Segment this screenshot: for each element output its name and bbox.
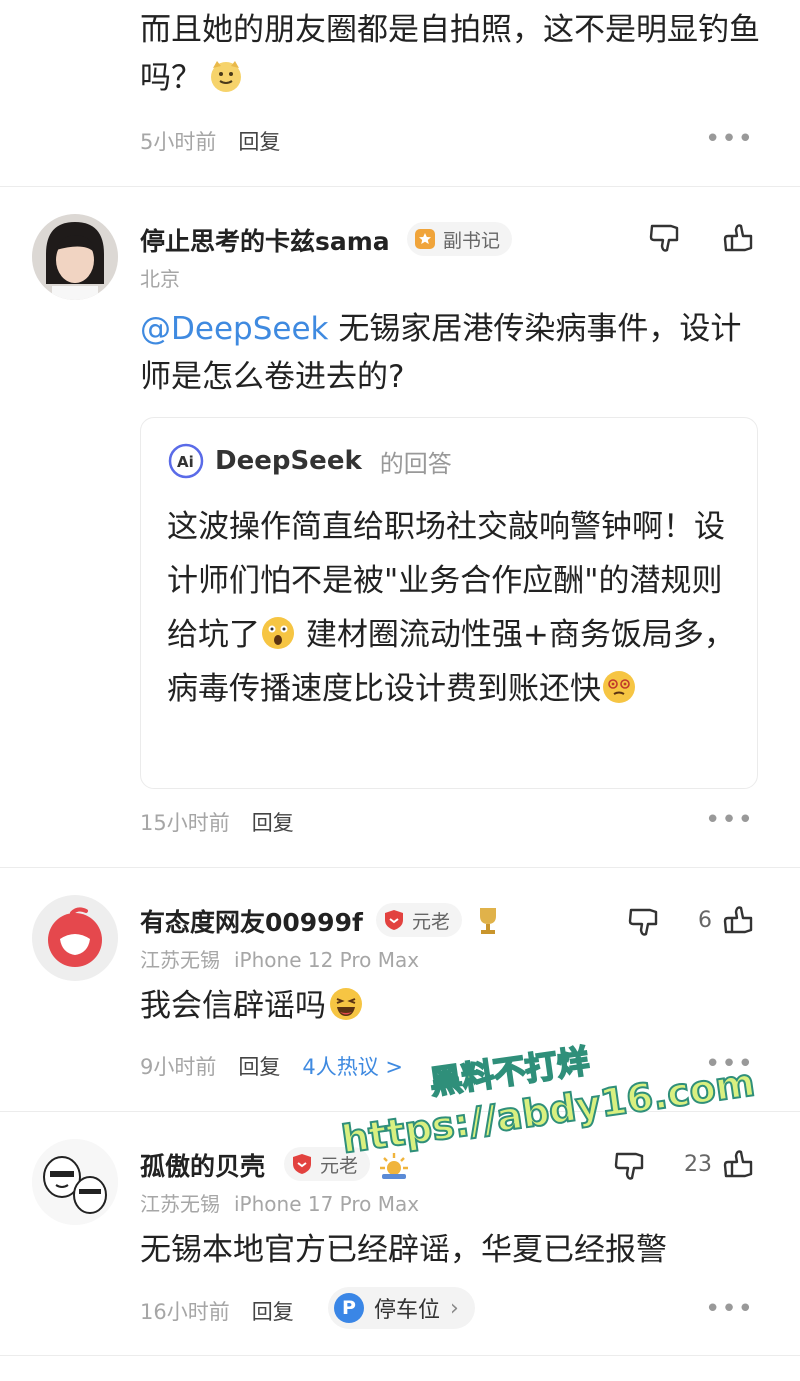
location: 江苏无锡 iPhone 17 Pro Max (140, 1188, 419, 1217)
device-label: iPhone 12 Pro Max (234, 948, 420, 972)
comment-text: 而且她的朋友圈都是自拍照，这不是明显钓鱼吗？ (140, 12, 760, 96)
trophy-icon (480, 908, 496, 934)
comment-text: 无锡本地官方已经辟谣，华夏已经报警 (140, 1232, 667, 1268)
shield-badge-icon (385, 910, 403, 930)
timestamp: 5小时前 (140, 130, 217, 154)
comment-meta: 9小时前 回复 4人热议 > (140, 1051, 403, 1081)
shocked-emoji-icon (262, 617, 294, 649)
dog-emoji-icon (211, 61, 241, 92)
ai-logo-icon: Ai (168, 443, 204, 479)
user-portrait-icon (32, 214, 118, 300)
brand-logo-icon (32, 895, 118, 981)
like-count: 23 (684, 1152, 712, 1177)
ai-reply-card[interactable]: Ai DeepSeek 的回答 这波操作简直给职场社交敲响警钟啊！设计师们怕不是… (140, 417, 758, 789)
location: 江苏无锡 iPhone 12 Pro Max (140, 944, 419, 973)
location-label: 江苏无锡 (140, 1192, 220, 1216)
like-icon[interactable] (721, 220, 757, 256)
reply-button[interactable]: 回复 (252, 807, 294, 837)
comment-meta: 5小时前 回复 (140, 126, 280, 156)
dislike-icon[interactable] (626, 904, 662, 940)
timestamp: 15小时前 (140, 811, 230, 835)
discussion-link[interactable]: 4人热议 > (302, 1051, 403, 1081)
timestamp: 9小时前 (140, 1055, 217, 1079)
ai-name: DeepSeek (215, 446, 362, 476)
badge-label: 副书记 (443, 229, 501, 252)
location: 北京 (140, 263, 180, 292)
topic-tag[interactable]: P 停车位 › (328, 1287, 475, 1329)
device-label: iPhone 17 Pro Max (234, 1192, 420, 1216)
avatar[interactable] (32, 1139, 118, 1225)
chevron-right-icon: › (450, 1295, 459, 1321)
divider (0, 1355, 800, 1356)
reply-button[interactable]: 回复 (238, 1051, 280, 1081)
more-options-button[interactable]: ••• (705, 124, 754, 154)
location-label: 江苏无锡 (140, 948, 220, 972)
ai-reply-text: 这波操作简直给职场社交敲响警钟啊！设计师们怕不是被"业务合作应酬"的潜规则给坑了… (167, 509, 735, 707)
like-icon[interactable] (721, 1146, 757, 1182)
comment-text: 我会信辟谣吗 (140, 982, 760, 1030)
comment-meta: 15小时前 回复 (140, 807, 294, 837)
username[interactable]: 孤傲的贝壳 (140, 1147, 265, 1183)
rank-badge: 副书记 (407, 222, 513, 256)
rank-badge: 元老 (376, 903, 463, 937)
dislike-icon[interactable] (612, 1148, 648, 1184)
username[interactable]: 停止思考的卡兹sama (140, 222, 390, 258)
reply-button[interactable]: 回复 (252, 1296, 294, 1326)
laughing-emoji-icon (330, 988, 362, 1020)
more-options-button[interactable]: ••• (705, 805, 754, 835)
tag-label: 停车位 (374, 1298, 441, 1323)
avatar[interactable] (32, 895, 118, 981)
badge-label: 元老 (412, 910, 451, 933)
ai-reply-header: Ai DeepSeek 的回答 (167, 442, 452, 480)
meme-avatar-icon (32, 1139, 118, 1225)
location-label: 北京 (140, 267, 180, 291)
mention-link[interactable]: @DeepSeek (140, 311, 328, 347)
username[interactable]: 有态度网友00999f (140, 903, 363, 939)
comment-top: 而且她的朋友圈都是自拍照，这不是明显钓鱼吗？ 5小时前 回复 ••• (0, 0, 800, 186)
svg-text:Ai: Ai (177, 453, 194, 471)
comment-meta: 16小时前 回复 (140, 1296, 294, 1326)
like-count: 6 (698, 908, 712, 933)
like-icon[interactable] (721, 902, 757, 938)
parking-icon: P (334, 1293, 364, 1323)
shield-badge-icon (293, 1154, 311, 1174)
ai-suffix: 的回答 (379, 449, 452, 478)
comment-text: @DeepSeek 无锡家居港传染病事件，设计师是怎么卷进去的? (140, 305, 760, 401)
timestamp: 16小时前 (140, 1300, 230, 1324)
more-options-button[interactable]: ••• (705, 1294, 754, 1324)
dislike-icon[interactable] (647, 220, 683, 256)
dizzy-emoji-icon (603, 671, 635, 703)
avatar[interactable] (32, 214, 118, 300)
comment-item: 停止思考的卡兹sama 副书记 北京 @DeepSeek 无锡家居港传染病事件，… (0, 187, 800, 867)
star-badge-icon (415, 229, 435, 249)
reply-button[interactable]: 回复 (238, 126, 280, 156)
